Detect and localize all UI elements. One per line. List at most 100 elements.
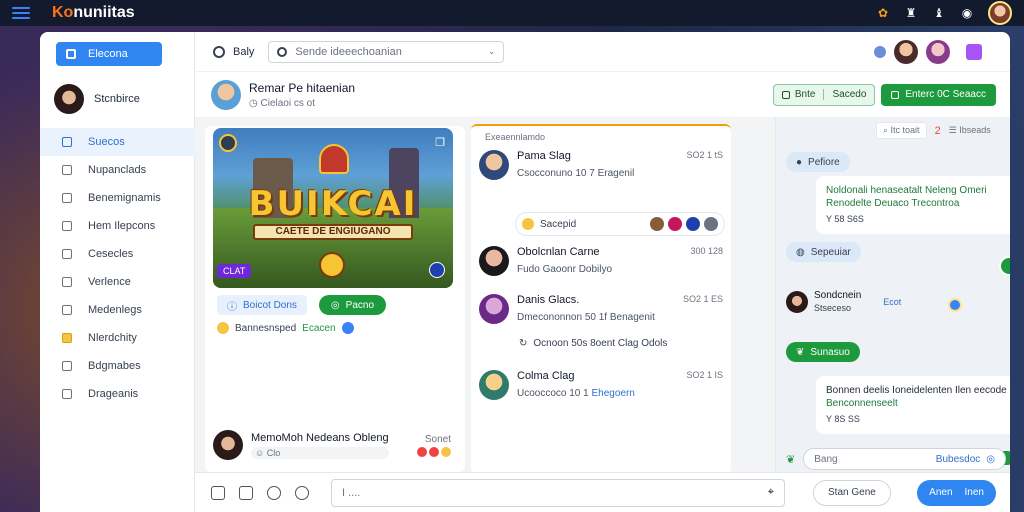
chat-search[interactable]: ⌕ Itc toait	[876, 122, 927, 139]
image-tag: CLAT	[217, 264, 252, 278]
sidebar-item-bdgmabes[interactable]: Bdgmabes	[40, 352, 195, 380]
feed-item[interactable]: Pama Slag SO2 1 tS Csocconuno 10 7 Eragen…	[479, 150, 723, 180]
page-title: Remar Pe hitaenian	[249, 80, 356, 95]
settings-icon[interactable]: ◉	[960, 6, 974, 20]
avatar	[479, 150, 509, 180]
person-icon: ●	[796, 156, 803, 168]
globe-icon[interactable]	[429, 262, 445, 278]
online-icon	[948, 298, 962, 312]
building-icon	[62, 137, 72, 147]
sidebar-item-nupanclads[interactable]: Nupanclads	[40, 156, 195, 184]
lock-icon	[66, 49, 76, 59]
composer: I .... ⌖ Stan Gene Anen Inen	[195, 472, 1010, 512]
chat-label: ❦ Sunasuo	[786, 342, 860, 362]
avatar	[213, 430, 243, 460]
reaction-row: Bannesnsped Ecacen	[217, 322, 354, 334]
user-avatar[interactable]	[988, 1, 1012, 25]
brand-logo[interactable]: Konuniitas	[52, 4, 135, 22]
square-icon	[781, 90, 790, 99]
clock-icon: ◷	[249, 97, 261, 109]
cursor-icon: ⌖	[767, 486, 774, 498]
sidebar-item-medenlegs[interactable]: Medenlegs	[40, 296, 195, 324]
reaction-icons[interactable]	[417, 446, 451, 457]
sidebar-nav: Suecos Nupanclads Benemignamis Hem Ilepc…	[40, 128, 195, 408]
play-icon[interactable]	[319, 252, 345, 278]
sidebar-item-nlerdchity[interactable]: Nlerdchity	[40, 324, 195, 352]
chat-label: ● Pefiore	[786, 152, 850, 172]
smile-icon[interactable]	[217, 322, 229, 334]
refresh-icon: ↻	[519, 338, 528, 349]
trophy-icon[interactable]: ♜	[904, 6, 918, 20]
search-icon[interactable]	[213, 45, 225, 58]
badge-icon[interactable]: ✿	[876, 6, 890, 20]
leaf-icon: ❦	[796, 346, 805, 358]
avatar[interactable]	[211, 79, 241, 110]
content-area: BUIKCAI CAETE DE ENGIUGANO ❐ CLAT ⓘ Boico…	[195, 118, 1010, 474]
sidebar-item-hem-ilepcons[interactable]: Hem Ilepcons	[40, 212, 195, 240]
feed-item[interactable]: Colma Clag SO2 1 IS Ucooccoco 10 1 Ehegoe…	[479, 370, 723, 400]
sidebar-item-drageanis[interactable]: Drageanis	[40, 380, 195, 408]
post-button-b[interactable]: ◎ Pacno	[318, 295, 387, 315]
sidebar-item-cesecles[interactable]: Cesecles	[40, 240, 195, 268]
activity-feed: Exeaennlamdo Pama Slag SO2 1 tS Csocconun…	[471, 124, 731, 474]
sidebar-primary-button[interactable]: Elecona	[56, 42, 162, 66]
search-icon	[277, 46, 288, 57]
image-icon	[62, 305, 72, 315]
secondary-button[interactable]: Stan Gene	[813, 479, 891, 506]
star-icon	[62, 333, 72, 343]
post-footer-user[interactable]: MemoMoh Nedeans Obleng ☺ Clo Sonet	[213, 430, 451, 460]
emoji-icon[interactable]	[341, 322, 354, 334]
feed-sub-line: ↻ Ocnoon 50s 8oent Clag Odols	[519, 338, 668, 349]
feed-item[interactable]: Obolcnlan Carne 300 128 Fudo Gaoonr Dobil…	[479, 246, 723, 276]
participants-chip[interactable]: Sacepid	[515, 212, 725, 236]
chat-message: Noldonali henaseatalt Neleng Omeri Renod…	[816, 176, 1010, 234]
chat-user[interactable]: Sondcnein Stseceso Ecot	[786, 290, 901, 313]
clock-icon[interactable]	[295, 485, 309, 500]
avatar[interactable]	[894, 39, 918, 64]
segment-a[interactable]: Bnte	[774, 89, 824, 100]
crest-icon	[319, 144, 349, 174]
sidebar-item-verlence[interactable]: Verlence	[40, 268, 195, 296]
attach-icon[interactable]	[211, 485, 225, 500]
chat-input[interactable]: Bang Bubesdoc ◎	[803, 448, 1006, 470]
shield-icon	[62, 389, 72, 399]
info-icon: ⓘ	[227, 301, 237, 313]
phone-icon	[62, 361, 72, 371]
car-icon	[62, 193, 72, 203]
sidebar: Elecona Stcnbirce Suecos Nupanclads Bene…	[40, 32, 195, 512]
image-icon[interactable]	[239, 485, 253, 500]
avatar	[479, 370, 509, 400]
segment-b[interactable]: Sacedo	[823, 89, 874, 100]
chat-label: ◍ Sepeuiar	[786, 242, 861, 262]
primary-action-button[interactable]: Enterc 0C Seaacc	[881, 83, 996, 106]
chat-panel: ⌕ Itc toait 2 ☰ Ibseads ● Pefiore Noldona…	[775, 118, 1010, 472]
sidebar-item-benemignamis[interactable]: Benemignamis	[40, 184, 195, 212]
segmented-control[interactable]: Bnte Sacedo	[772, 83, 876, 106]
chevron-down-icon: ⌄	[487, 46, 496, 56]
chat-message: Bonnen deelis Ioneidelenten Ilen eecode …	[816, 376, 1010, 434]
search-icon: ⌕	[883, 125, 891, 135]
header: Baly Sende ideeechoanian ⌄	[195, 32, 1010, 72]
checkbox-icon	[62, 165, 72, 175]
leaf-icon[interactable]: ❦	[786, 453, 795, 466]
gift-icon[interactable]: ♝	[932, 6, 946, 20]
eye-icon: ◎	[330, 299, 340, 311]
post-button-a[interactable]: ⓘ Boicot Dons	[217, 295, 307, 315]
smile-icon: ☺	[255, 447, 267, 458]
message-input[interactable]: I .... ⌖	[331, 478, 785, 507]
notification-icon[interactable]	[874, 45, 886, 58]
sidebar-item-suecos[interactable]: Suecos	[40, 128, 195, 156]
extension-icon[interactable]	[966, 43, 982, 60]
search-input[interactable]: Sende ideeechoanian ⌄	[268, 40, 505, 63]
menu-icon[interactable]	[12, 7, 30, 19]
folder-icon	[62, 249, 72, 259]
sidebar-profile[interactable]: Stcnbirce	[54, 84, 140, 114]
avatar[interactable]	[926, 39, 950, 64]
feed-item[interactable]: Danis Glacs. SO2 1 ES Dmecononnon 50 1f B…	[479, 294, 723, 324]
check-icon[interactable]	[999, 256, 1010, 276]
send-button[interactable]: Anen Inen	[917, 479, 996, 506]
game-banner-image[interactable]: BUIKCAI CAETE DE ENGIUGANO ❐ CLAT	[213, 128, 453, 288]
copy-icon[interactable]: ❐	[435, 136, 445, 149]
emoji-icon[interactable]	[267, 485, 281, 500]
chat-filter[interactable]: ☰ Ibseads	[949, 125, 991, 136]
